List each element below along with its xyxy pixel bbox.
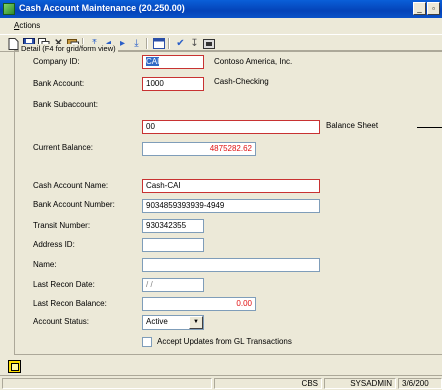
- last-recon-date-label: Last Recon Date:: [33, 280, 95, 289]
- note-icon[interactable]: [8, 360, 21, 373]
- notes-icon[interactable]: [202, 37, 215, 50]
- menu-actions[interactable]: Actions: [14, 21, 40, 30]
- bank-account-number-field[interactable]: 9034859393939-4949: [142, 199, 320, 213]
- transit-number-field[interactable]: 930342355: [142, 219, 204, 233]
- address-id-field[interactable]: [142, 238, 204, 252]
- last-recon-balance-field: 0.00: [142, 297, 256, 311]
- status-message: [2, 378, 212, 389]
- bank-account-field[interactable]: 1000: [142, 77, 204, 91]
- account-status-label: Account Status:: [33, 317, 90, 326]
- address-id-label: Address ID:: [33, 240, 75, 249]
- last-recon-date-field[interactable]: / /: [142, 278, 204, 292]
- status-date: 3/6/200: [398, 378, 442, 389]
- company-id-label: Company ID:: [33, 57, 80, 66]
- ruler-icon[interactable]: ↧: [188, 37, 201, 50]
- menu-bar: Actions: [0, 18, 442, 34]
- last-icon[interactable]: ⤓: [130, 37, 143, 50]
- name-field[interactable]: [142, 258, 320, 272]
- title-bar: Cash Account Maintenance (20.250.00) _ ▫: [0, 0, 442, 18]
- account-status-value: Active: [146, 317, 168, 326]
- window-title: Cash Account Maintenance (20.250.00): [19, 3, 185, 13]
- company-id-description: Contoso America, Inc.: [214, 57, 293, 66]
- list-icon[interactable]: [152, 37, 165, 50]
- detail-group-legend: Detail (F4 for grid/form view): [19, 44, 118, 53]
- accept-updates-label: Accept Updates from GL Transactions: [157, 337, 292, 346]
- company-id-field[interactable]: CAI: [142, 55, 204, 69]
- bank-subaccount-label: Bank Subaccount:: [33, 100, 98, 109]
- accept-updates-checkbox[interactable]: [142, 337, 152, 347]
- status-bar: CBS SYSADMIN 3/6/200: [0, 375, 442, 390]
- divider-line: [417, 127, 442, 128]
- app-icon: [3, 3, 15, 15]
- restore-button[interactable]: ▫: [427, 2, 440, 15]
- status-user: SYSADMIN: [324, 378, 396, 389]
- account-status-select[interactable]: Active ▼: [142, 315, 204, 330]
- name-label: Name:: [33, 260, 57, 269]
- bank-account-label: Bank Account:: [33, 79, 85, 88]
- current-balance-label: Current Balance:: [33, 143, 94, 152]
- bank-account-number-label: Bank Account Number:: [33, 200, 115, 209]
- minimize-button[interactable]: _: [413, 2, 426, 15]
- bank-subaccount-field[interactable]: 00: [142, 120, 320, 134]
- current-balance-field: 4875282.62: [142, 142, 256, 156]
- spell-check-icon[interactable]: ✔: [174, 37, 187, 50]
- bank-subaccount-description: Balance Sheet: [326, 121, 379, 130]
- last-recon-balance-label: Last Recon Balance:: [33, 299, 107, 308]
- cash-account-name-field[interactable]: Cash-CAI: [142, 179, 320, 193]
- next-icon[interactable]: ▸: [116, 37, 129, 50]
- status-company: CBS: [214, 378, 322, 389]
- chevron-down-icon[interactable]: ▼: [189, 316, 203, 329]
- cash-account-name-label: Cash Account Name:: [33, 181, 109, 190]
- transit-number-label: Transit Number:: [33, 221, 91, 230]
- bank-account-description: Cash-Checking: [214, 77, 269, 86]
